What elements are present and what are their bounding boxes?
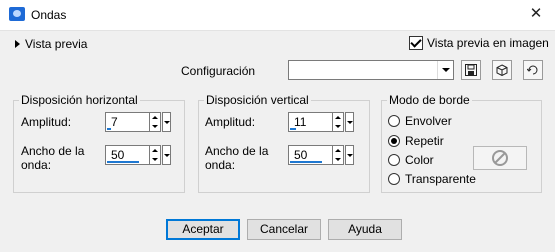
v-amplitude-spinner[interactable]: 11: [288, 112, 354, 134]
radio-icon[interactable]: [388, 173, 400, 185]
up-arrow-icon: [335, 116, 341, 119]
h-wavelength-label-2: onda:: [21, 158, 52, 172]
v-amplitude-arrows[interactable]: [333, 112, 344, 132]
app-icon: [9, 7, 25, 21]
h-wavelength-input[interactable]: 50: [105, 145, 150, 165]
h-amplitude-label: Amplitud:: [21, 115, 72, 129]
chevron-down-icon: [346, 120, 353, 124]
expand-triangle-icon: [15, 40, 20, 48]
edge-mode-title: Modo de borde: [387, 93, 472, 107]
save-icon: [465, 64, 477, 76]
h-amplitude-input[interactable]: 7: [105, 112, 150, 132]
random-button[interactable]: [492, 60, 512, 80]
chevron-down-icon: [441, 68, 450, 72]
radio-color[interactable]: Color: [388, 153, 434, 167]
v-amplitude-label: Amplitud:: [205, 115, 256, 129]
up-arrow-icon: [335, 149, 341, 152]
h-wavelength-arrows[interactable]: [150, 145, 161, 165]
live-preview-label: Vista previa en imagen: [427, 36, 549, 50]
ok-button[interactable]: Aceptar: [166, 219, 240, 240]
down-arrow-icon: [152, 125, 158, 128]
config-label: Configuración: [181, 64, 256, 78]
h-amplitude-value: 7: [111, 115, 118, 129]
dice-icon: [496, 64, 508, 76]
no-color-icon: [492, 150, 508, 166]
radio-color-label: Color: [405, 153, 434, 167]
v-wavelength-menu-button[interactable]: [345, 145, 354, 165]
config-select[interactable]: [288, 60, 454, 80]
config-dropdown-button[interactable]: [437, 61, 453, 79]
preview-toggle[interactable]: Vista previa: [15, 37, 87, 51]
v-wavelength-input[interactable]: 50: [288, 145, 333, 165]
vertical-title: Disposición vertical: [204, 93, 311, 107]
up-arrow-icon: [152, 149, 158, 152]
help-button[interactable]: Ayuda: [328, 219, 402, 240]
v-wavelength-arrows[interactable]: [333, 145, 344, 165]
v-amplitude-menu-button[interactable]: [345, 112, 354, 132]
h-amplitude-bar: [107, 128, 111, 130]
v-wavelength-value: 50: [294, 148, 308, 162]
color-swatch[interactable]: [473, 146, 527, 170]
v-wavelength-bar: [290, 161, 322, 163]
h-wavelength-menu-button[interactable]: [162, 145, 171, 165]
close-button[interactable]: ✕: [527, 5, 545, 23]
down-arrow-icon: [152, 158, 158, 161]
radio-transparent[interactable]: Transparente: [388, 172, 476, 186]
h-amplitude-menu-button[interactable]: [162, 112, 171, 132]
chevron-down-icon: [163, 120, 170, 124]
up-arrow-icon: [152, 116, 158, 119]
radio-wrap-label: Envolver: [405, 114, 452, 128]
radio-icon[interactable]: [388, 154, 400, 166]
title-bar: Ondas ✕: [0, 0, 555, 31]
v-amplitude-value: 11: [294, 115, 307, 129]
chevron-down-icon: [163, 153, 170, 157]
h-amplitude-spinner[interactable]: 7: [105, 112, 171, 134]
chevron-down-icon: [346, 153, 353, 157]
radio-icon[interactable]: [388, 115, 400, 127]
radio-selected-icon[interactable]: [388, 135, 400, 147]
checkbox-checked-icon[interactable]: [409, 36, 423, 50]
radio-transparent-label: Transparente: [405, 172, 476, 186]
live-preview-checkbox[interactable]: Vista previa en imagen: [409, 36, 549, 50]
reset-button[interactable]: [523, 60, 543, 80]
radio-repeat-label: Repetir: [405, 134, 444, 148]
h-wavelength-spinner[interactable]: 50: [105, 145, 171, 167]
cancel-button[interactable]: Cancelar: [247, 219, 321, 240]
h-wavelength-label-1: Ancho de la: [21, 144, 85, 158]
radio-wrap[interactable]: Envolver: [388, 114, 452, 128]
v-wavelength-label-2: onda:: [205, 158, 236, 172]
close-icon: ✕: [529, 5, 543, 22]
horizontal-title: Disposición horizontal: [19, 93, 140, 107]
save-preset-button[interactable]: [461, 60, 481, 80]
h-wavelength-value: 50: [111, 148, 125, 162]
v-amplitude-bar: [290, 128, 296, 130]
v-wavelength-spinner[interactable]: 50: [288, 145, 354, 167]
radio-repeat[interactable]: Repetir: [388, 134, 444, 148]
down-arrow-icon: [335, 125, 341, 128]
h-amplitude-arrows[interactable]: [150, 112, 161, 132]
preview-toggle-label: Vista previa: [25, 37, 88, 51]
v-amplitude-input[interactable]: 11: [288, 112, 333, 132]
down-arrow-icon: [335, 158, 341, 161]
reset-icon: [527, 65, 538, 75]
window-title: Ondas: [31, 8, 67, 22]
h-wavelength-bar: [107, 161, 139, 163]
v-wavelength-label-1: Ancho de la: [205, 144, 269, 158]
